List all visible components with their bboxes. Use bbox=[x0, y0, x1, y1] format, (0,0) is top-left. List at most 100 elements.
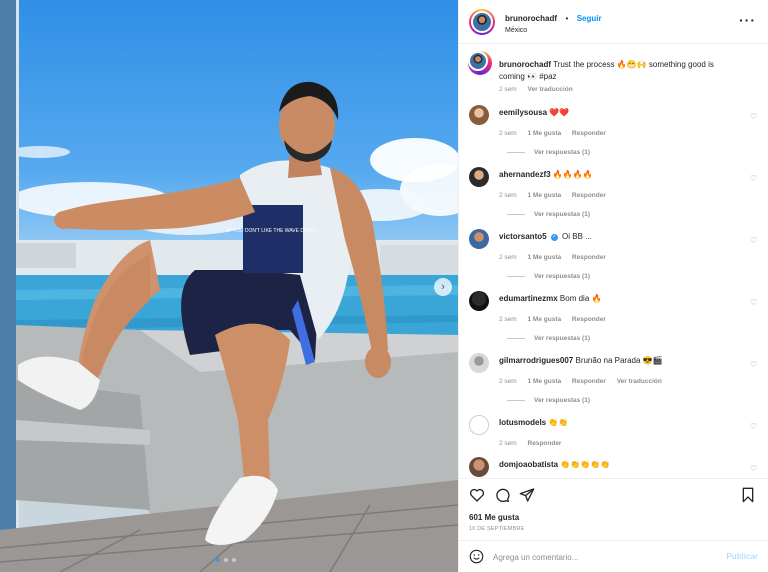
heart-icon[interactable]: ♡ bbox=[750, 237, 758, 245]
reply-button[interactable]: Responder bbox=[528, 440, 562, 447]
caption-avatar[interactable] bbox=[468, 51, 488, 71]
comment-time[interactable]: 2 sem bbox=[499, 254, 517, 261]
author-avatar[interactable] bbox=[471, 10, 493, 33]
comment-input[interactable] bbox=[493, 547, 713, 567]
shirt-print-line1: IF YOU DON'T LIKE THE WAVE DON'T... bbox=[227, 228, 319, 234]
reply-button[interactable]: Responder bbox=[572, 192, 606, 199]
comment-body: ahernandezf3 🔥🔥🔥🔥 bbox=[499, 169, 738, 181]
author-block: brunorochadf • Seguir México bbox=[505, 7, 602, 36]
comment-username[interactable]: victorsanto5 bbox=[499, 232, 547, 241]
comment-time[interactable]: 2 sem bbox=[499, 130, 517, 137]
replies-line bbox=[507, 275, 525, 277]
view-replies-button[interactable]: Ver respuestas (1) bbox=[507, 211, 590, 218]
comment-text: ❤️❤️ bbox=[549, 108, 570, 117]
likes-count[interactable]: 601 Me gusta bbox=[469, 513, 519, 522]
comment-item: ahernandezf3 🔥🔥🔥🔥 2 sem 1 Me gusta Respo… bbox=[469, 167, 758, 227]
author-username[interactable]: brunorochadf bbox=[505, 14, 557, 23]
emoji-icon[interactable] bbox=[469, 549, 484, 564]
carousel-dot bbox=[216, 558, 220, 562]
comment-body: gilmarrodrigues007 Brunão na Parada 😎🎬 bbox=[499, 355, 738, 367]
comment-text: 👏👏👏👏👏 bbox=[560, 460, 611, 469]
comment-body: edumartinezmx Bom dia 🔥 bbox=[499, 293, 738, 305]
view-replies-button[interactable]: Ver respuestas (1) bbox=[507, 273, 590, 280]
caption-meta: 2 sem Ver traducción bbox=[499, 86, 582, 93]
reply-button[interactable]: Responder bbox=[572, 254, 606, 261]
heart-icon[interactable]: ♡ bbox=[750, 299, 758, 307]
verified-badge-icon: ✓ bbox=[550, 234, 558, 241]
comment-body: eemilysousa ❤️❤️ bbox=[499, 107, 738, 119]
heart-icon[interactable] bbox=[469, 487, 485, 503]
comment-username[interactable]: eemilysousa bbox=[499, 108, 547, 117]
comment-translate-button[interactable]: Ver traducción bbox=[617, 378, 662, 385]
view-replies-button[interactable]: Ver respuestas (1) bbox=[507, 149, 590, 156]
comment-avatar[interactable] bbox=[469, 353, 489, 373]
share-icon[interactable] bbox=[519, 487, 535, 503]
comment-meta: 2 sem 1 Me gusta Responder bbox=[499, 192, 615, 199]
comment-body: lotusmodels 👏👏 bbox=[499, 417, 738, 429]
heart-icon[interactable]: ♡ bbox=[750, 423, 758, 431]
carousel-indicator bbox=[216, 558, 236, 562]
comment-likes[interactable]: 1 Me gusta bbox=[528, 130, 562, 137]
more-options-icon[interactable]: ··· bbox=[739, 12, 756, 28]
post-photo[interactable]: IF YOU DON'T LIKE THE WAVE DON'T... › bbox=[0, 0, 458, 572]
bookmark-icon[interactable] bbox=[740, 487, 756, 503]
comment-username[interactable]: gilmarrodrigues007 bbox=[499, 356, 573, 365]
caption-translate-button[interactable]: Ver traducción bbox=[528, 86, 573, 93]
reply-button[interactable]: Responder bbox=[572, 130, 606, 137]
replies-line bbox=[507, 399, 525, 401]
view-replies-button[interactable]: Ver respuestas (1) bbox=[507, 335, 590, 342]
comment-text: Bom dia 🔥 bbox=[559, 294, 602, 303]
heart-icon[interactable]: ♡ bbox=[750, 175, 758, 183]
comment-username[interactable]: ahernandezf3 bbox=[499, 170, 551, 179]
comment-time[interactable]: 2 sem bbox=[499, 192, 517, 199]
view-replies-button[interactable]: Ver respuestas (1) bbox=[507, 397, 590, 404]
comment-avatar[interactable] bbox=[469, 415, 489, 435]
comment-item: victorsanto5 ✓ Oi BB ... 2 sem 1 Me gust… bbox=[469, 229, 758, 289]
replies-line bbox=[507, 337, 525, 339]
reply-button[interactable]: Responder bbox=[572, 316, 606, 323]
comment-meta: 2 sem 1 Me gusta Responder bbox=[499, 254, 615, 261]
caption-time[interactable]: 2 sem bbox=[499, 86, 517, 93]
caption-username[interactable]: brunorochadf bbox=[499, 60, 551, 69]
comment-likes[interactable]: 1 Me gusta bbox=[528, 316, 562, 323]
comment-username[interactable]: lotusmodels bbox=[499, 418, 546, 427]
comment-avatar[interactable] bbox=[469, 229, 489, 249]
comment-text: Oi BB ... bbox=[562, 232, 592, 241]
post-date[interactable]: 10 DE SEPTIEMBRE bbox=[469, 526, 524, 532]
follow-button[interactable]: Seguir bbox=[577, 14, 602, 23]
comment-time[interactable]: 2 sem bbox=[499, 316, 517, 323]
comment-time[interactable]: 2 sem bbox=[499, 440, 517, 447]
comment-avatar[interactable] bbox=[469, 105, 489, 125]
comment-likes[interactable]: 1 Me gusta bbox=[528, 378, 562, 385]
comments-list[interactable]: brunorochadf Trust the process 🔥😁🙌 somet… bbox=[459, 45, 768, 477]
heart-icon[interactable]: ♡ bbox=[750, 465, 758, 473]
author-avatar-ring[interactable] bbox=[469, 8, 495, 35]
view-replies-label: Ver respuestas (1) bbox=[534, 149, 591, 156]
comment-time[interactable]: 2 sem bbox=[499, 378, 517, 385]
heart-icon[interactable]: ♡ bbox=[750, 113, 758, 121]
replies-line bbox=[507, 151, 525, 153]
comment-likes[interactable]: 1 Me gusta bbox=[528, 192, 562, 199]
heart-icon[interactable]: ♡ bbox=[750, 361, 758, 369]
comment-likes[interactable]: 1 Me gusta bbox=[528, 254, 562, 261]
comment-text: 👏👏 bbox=[548, 418, 569, 427]
comment-avatar[interactable] bbox=[469, 457, 489, 477]
caption-avatar-ring[interactable] bbox=[468, 51, 492, 75]
comment-meta: 2 sem Responder bbox=[499, 440, 570, 447]
comment-avatar[interactable] bbox=[469, 291, 489, 311]
view-replies-label: Ver respuestas (1) bbox=[534, 335, 591, 342]
comment-username[interactable]: domjoaobatista bbox=[499, 460, 558, 469]
post-caption: brunorochadf Trust the process 🔥😁🙌 somet… bbox=[468, 51, 758, 101]
comment-item: edumartinezmx Bom dia 🔥 2 sem 1 Me gusta… bbox=[469, 291, 758, 351]
caption-text-block: brunorochadf Trust the process 🔥😁🙌 somet… bbox=[499, 59, 738, 84]
post-location[interactable]: México bbox=[505, 27, 602, 36]
comment-avatar[interactable] bbox=[469, 167, 489, 187]
comment-username[interactable]: edumartinezmx bbox=[499, 294, 558, 303]
comment-body: victorsanto5 ✓ Oi BB ... bbox=[499, 231, 738, 243]
publish-button[interactable]: Publicar bbox=[726, 552, 758, 561]
action-icons bbox=[469, 487, 756, 503]
comment-icon[interactable] bbox=[494, 487, 510, 503]
carousel-dot bbox=[224, 558, 228, 562]
next-photo-button[interactable]: › bbox=[434, 278, 452, 296]
reply-button[interactable]: Responder bbox=[572, 378, 606, 385]
